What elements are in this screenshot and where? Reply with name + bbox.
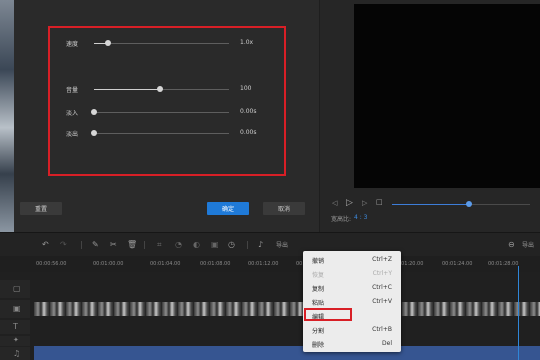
fade-in-value: 0.00s bbox=[240, 108, 257, 115]
trash-icon[interactable]: 🗑 bbox=[127, 240, 137, 249]
aspect-ratio-value[interactable]: 4 : 3 bbox=[354, 214, 367, 221]
ruler-tick: 00:01:04.00 bbox=[150, 261, 181, 267]
zoom-icon[interactable]: ⊖ bbox=[508, 240, 515, 249]
track-header: ▢ bbox=[0, 280, 30, 298]
fade-out-value: 0.00s bbox=[240, 129, 257, 136]
ruler-tick: 00:01:28.00 bbox=[488, 261, 519, 267]
ruler-tick: 00:01:08.00 bbox=[200, 261, 231, 267]
fade-in-slider-track[interactable] bbox=[94, 112, 229, 113]
menu-item-delete[interactable]: 删除 Del bbox=[303, 337, 401, 350]
volume-value: 100 bbox=[240, 85, 252, 92]
track-header: ✦ bbox=[0, 336, 30, 346]
play-icon[interactable]: ▷ bbox=[346, 198, 353, 208]
video-track-icon[interactable]: ▣ bbox=[13, 304, 21, 313]
undo-icon[interactable]: ↶ bbox=[42, 240, 49, 249]
menu-item-copy[interactable]: 复制 Ctrl+C bbox=[303, 281, 401, 294]
menu-item-undo[interactable]: 撤销 Ctrl+Z bbox=[303, 253, 401, 266]
media-thumbnail[interactable] bbox=[0, 0, 14, 232]
aspect-ratio-label: 宽高比: bbox=[331, 216, 352, 223]
fx-track-icon[interactable]: ✦ bbox=[13, 336, 19, 344]
ruler-tick: 00:00:56.00 bbox=[36, 261, 67, 267]
overlay-track-icon[interactable]: ▢ bbox=[13, 284, 21, 293]
menu-item-paste[interactable]: 粘贴 Ctrl+V bbox=[303, 295, 401, 308]
cancel-button[interactable]: 取消 bbox=[263, 202, 305, 215]
playhead[interactable] bbox=[518, 266, 519, 360]
speed-value: 1.0x bbox=[240, 39, 254, 46]
fade-in-label: 淡入 bbox=[66, 110, 79, 117]
mic-icon[interactable]: ♪ bbox=[258, 240, 263, 249]
track-header: ♫ bbox=[0, 347, 30, 360]
clock-icon[interactable]: ◷ bbox=[228, 240, 235, 249]
prev-frame-icon[interactable]: ◁ bbox=[332, 199, 337, 207]
fade-out-label: 淡出 bbox=[66, 131, 79, 138]
divider: | bbox=[246, 240, 249, 249]
volume-label: 音量 bbox=[66, 87, 79, 94]
track-header: T bbox=[0, 320, 30, 334]
edit-highlight-box bbox=[304, 308, 352, 321]
stop-icon[interactable]: □ bbox=[376, 198, 383, 206]
speed-slider-handle[interactable] bbox=[104, 40, 111, 46]
ruler-tick: 00:01:24.00 bbox=[442, 261, 473, 267]
context-menu: 撤销 Ctrl+Z 恢复 Ctrl+Y 复制 Ctrl+C 粘贴 Ctrl+V 编辑 分… bbox=[303, 251, 401, 352]
ruler-tick: 00:01:12.00 bbox=[248, 261, 279, 267]
divider: | bbox=[143, 240, 146, 249]
editor-window: 速度 1.0x 音量 100 淡入 0.00s 淡出 0.00s 重置 确定 取… bbox=[0, 0, 540, 360]
menu-item-split[interactable]: 分割 Ctrl+B bbox=[303, 323, 401, 336]
freeze-icon[interactable]: ▣ bbox=[211, 240, 219, 249]
redo-icon[interactable]: ↷ bbox=[60, 240, 67, 249]
menu-item-redo[interactable]: 恢复 Ctrl+Y bbox=[303, 267, 401, 280]
speed-slider-track[interactable] bbox=[94, 43, 229, 44]
next-frame-icon[interactable]: ▷ bbox=[362, 199, 367, 207]
preview-screen bbox=[354, 4, 540, 188]
audio-clip[interactable] bbox=[34, 346, 540, 360]
ruler-tick: 00:01:00.00 bbox=[93, 261, 124, 267]
audio-track-icon[interactable]: ♫ bbox=[13, 349, 20, 358]
export-right-button[interactable]: 导出 bbox=[522, 241, 534, 250]
volume-slider-fill bbox=[94, 89, 161, 90]
preview-progress-fill bbox=[392, 204, 469, 205]
divider: | bbox=[80, 240, 83, 249]
export-button[interactable]: 导出 bbox=[276, 241, 288, 250]
fade-out-slider-track[interactable] bbox=[94, 133, 229, 134]
text-track-icon[interactable]: T bbox=[13, 322, 18, 331]
mask-icon[interactable]: ◐ bbox=[193, 240, 200, 249]
scissors-icon[interactable]: ✂ bbox=[110, 240, 117, 249]
highlight-box bbox=[48, 26, 286, 176]
fade-in-slider-handle[interactable] bbox=[91, 109, 97, 115]
ok-button[interactable]: 确定 bbox=[207, 202, 249, 215]
fade-out-slider-handle[interactable] bbox=[91, 130, 97, 136]
reset-button[interactable]: 重置 bbox=[20, 202, 62, 215]
preview-progress-handle[interactable] bbox=[466, 201, 472, 207]
video-clip[interactable] bbox=[34, 302, 540, 316]
speed-icon[interactable]: ◔ bbox=[175, 240, 182, 249]
pen-icon[interactable]: ✎ bbox=[92, 240, 99, 249]
track-header: ▣ bbox=[0, 300, 30, 318]
crop-icon[interactable]: ⌗ bbox=[157, 240, 162, 249]
speed-label: 速度 bbox=[66, 41, 79, 48]
